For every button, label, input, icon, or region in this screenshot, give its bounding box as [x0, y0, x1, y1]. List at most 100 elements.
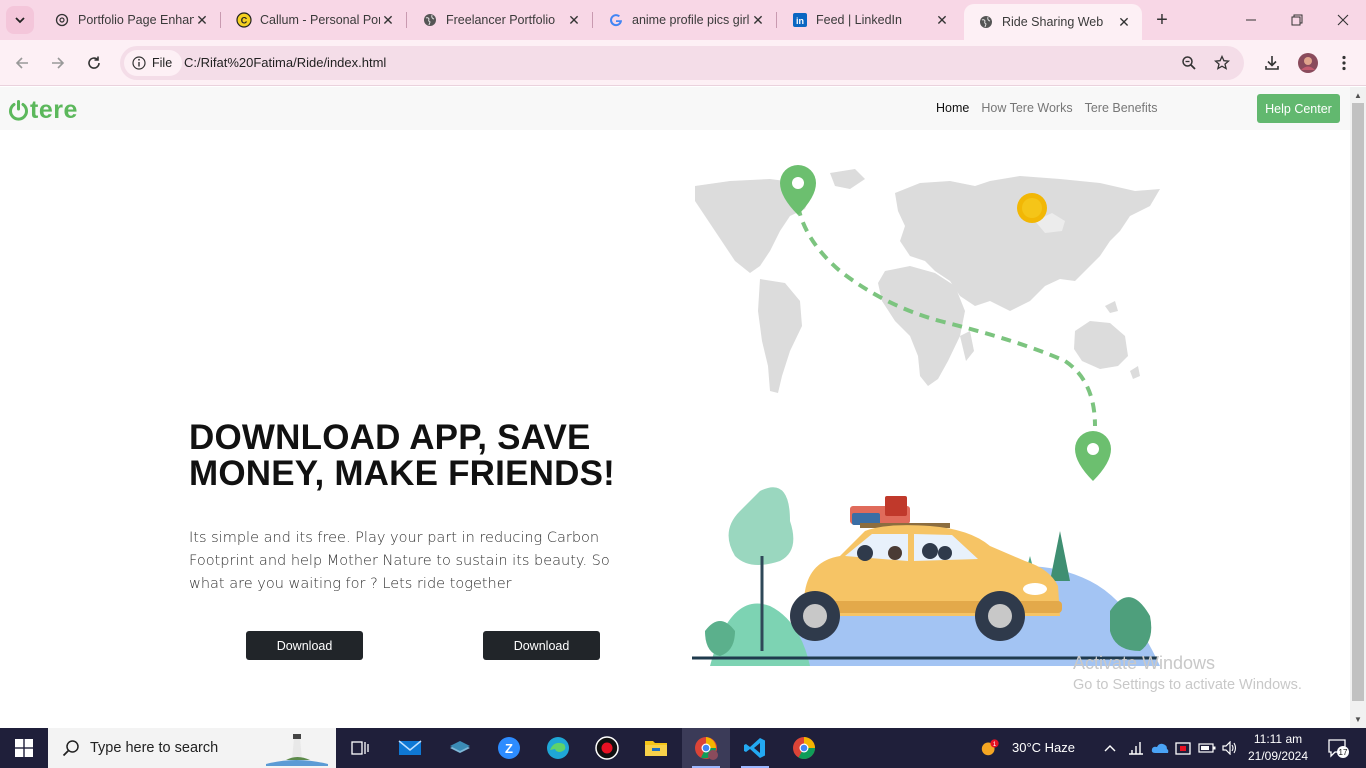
reload-button[interactable]: [80, 49, 108, 77]
svg-text:C: C: [241, 16, 248, 26]
notification-icon[interactable]: 17: [1324, 738, 1352, 758]
folder-icon: [645, 741, 667, 756]
bookmark-star-icon[interactable]: [1211, 52, 1233, 74]
tab-separator: [592, 12, 593, 28]
hero-title: DOWNLOAD APP, SAVE MONEY, MAKE FRIENDS!: [189, 418, 615, 493]
map-pin-icon: [1075, 431, 1111, 481]
tab-title: Freelancer Portfolio: [446, 13, 556, 27]
close-icon[interactable]: ✕: [380, 12, 396, 28]
file-explorer-app[interactable]: [632, 728, 680, 768]
zoom-app[interactable]: Z: [485, 728, 533, 768]
restore-button[interactable]: [1274, 6, 1320, 34]
mail-app[interactable]: [386, 728, 434, 768]
edge-app[interactable]: [534, 728, 582, 768]
tab-anime-profile[interactable]: anime profile pics girl ✕: [594, 4, 776, 36]
forward-button[interactable]: [44, 49, 72, 77]
weather-text[interactable]: 30°C Haze: [1012, 740, 1075, 755]
chrome-profile-icon: [695, 737, 718, 760]
tab-strip: Portfolio Page Enhanc ✕ C Callum - Perso…: [0, 0, 1366, 40]
svg-text:Z: Z: [505, 741, 513, 756]
logo-text: tere: [30, 96, 78, 124]
new-tab-button[interactable]: +: [1150, 8, 1174, 32]
security-icon[interactable]: [1173, 738, 1193, 758]
downloads-button[interactable]: [1258, 49, 1286, 77]
site-info-chip[interactable]: File: [124, 50, 183, 76]
mail-icon: [398, 740, 422, 755]
menu-button[interactable]: [1330, 49, 1358, 77]
address-bar[interactable]: File C:/Rifat%20Fatima/Ride/index.html: [120, 46, 1244, 80]
minimize-icon: [1246, 19, 1256, 21]
close-icon[interactable]: ✕: [750, 12, 766, 28]
notification-count: 17: [1339, 748, 1348, 757]
nav-how-tere-works[interactable]: How Tere Works: [981, 101, 1072, 115]
chevron-up-icon[interactable]: [1100, 738, 1120, 758]
page-scrollbar[interactable]: ▲ ▼: [1350, 87, 1366, 728]
chrome-app-active[interactable]: [682, 728, 730, 768]
task-view-button[interactable]: [336, 728, 384, 768]
linkedin-icon: in: [792, 12, 808, 28]
close-icon[interactable]: ✕: [934, 12, 950, 28]
clock-date: 21/09/2024: [1247, 749, 1309, 763]
weather-icon[interactable]: 1: [980, 738, 1000, 758]
sun-icon: [1017, 193, 1047, 223]
start-button[interactable]: [0, 728, 48, 768]
back-button[interactable]: [8, 49, 36, 77]
site-logo[interactable]: tere: [8, 96, 78, 125]
nav-home[interactable]: Home: [936, 101, 969, 115]
scroll-down-icon[interactable]: ▼: [1353, 714, 1363, 724]
tab-ride-sharing[interactable]: Ride Sharing Web ✕: [964, 4, 1142, 40]
tab-search-button[interactable]: [6, 6, 34, 34]
maps-app[interactable]: [436, 728, 484, 768]
tab-portfolio-page[interactable]: Portfolio Page Enhanc ✕: [40, 4, 220, 36]
help-center-button[interactable]: Help Center: [1257, 94, 1340, 123]
network-icon[interactable]: [1126, 738, 1146, 758]
close-icon[interactable]: ✕: [1116, 14, 1132, 30]
tab-separator: [406, 12, 407, 28]
tab-title: Portfolio Page Enhanc: [78, 13, 194, 27]
openai-icon: [54, 12, 70, 28]
battery-icon[interactable]: [1197, 738, 1217, 758]
tab-freelancer[interactable]: Freelancer Portfolio ✕: [408, 4, 592, 36]
site-navbar: tere Home How Tere Works Tere Benefits H…: [0, 87, 1350, 130]
download-icon: [1265, 56, 1279, 70]
recorder-app[interactable]: [583, 728, 631, 768]
profile-avatar[interactable]: [1294, 49, 1322, 77]
volume-icon[interactable]: [1220, 738, 1240, 758]
scroll-thumb[interactable]: [1352, 103, 1364, 701]
zoom-icon[interactable]: [1178, 52, 1200, 74]
download-button[interactable]: Download: [246, 631, 363, 660]
url-text[interactable]: C:/Rifat%20Fatima/Ride/index.html: [184, 55, 386, 70]
chrome-app[interactable]: [780, 728, 828, 768]
onedrive-icon[interactable]: [1150, 738, 1170, 758]
system-clock[interactable]: 11:11 am 21/09/2024: [1245, 731, 1311, 765]
search-placeholder: Type here to search: [90, 740, 219, 756]
hero-illustration: [692, 165, 1160, 666]
close-icon[interactable]: ✕: [566, 12, 582, 28]
world-map: [695, 169, 1160, 393]
close-window-button[interactable]: [1320, 6, 1366, 34]
scroll-up-icon[interactable]: ▲: [1353, 90, 1363, 100]
tab-separator: [220, 12, 221, 28]
taskbar-search[interactable]: Type here to search: [48, 728, 336, 768]
restore-icon: [1291, 14, 1303, 26]
nav-tere-benefits[interactable]: Tere Benefits: [1085, 101, 1158, 115]
tab-callum[interactable]: C Callum - Personal Por ✕: [222, 4, 406, 36]
download-button[interactable]: Download: [483, 631, 600, 660]
kebab-menu-icon: [1342, 55, 1346, 71]
globe-icon: [978, 14, 994, 30]
svg-text:in: in: [796, 16, 804, 26]
close-icon[interactable]: ✕: [194, 12, 210, 28]
tab-title: Callum - Personal Por: [260, 13, 380, 27]
web-page: tere Home How Tere Works Tere Benefits H…: [0, 87, 1350, 728]
avatar-icon: [1298, 53, 1318, 73]
close-icon: [1337, 14, 1349, 26]
browser-toolbar: File C:/Rifat%20Fatima/Ride/index.html: [0, 40, 1366, 86]
vscode-app[interactable]: [731, 728, 779, 768]
tab-linkedin[interactable]: in Feed | LinkedIn ✕: [778, 4, 960, 36]
record-icon: [595, 736, 619, 760]
tab-title: anime profile pics girl: [632, 13, 750, 27]
minimize-button[interactable]: [1228, 6, 1274, 34]
forward-arrow-icon: [52, 57, 65, 69]
weather-badge: 1: [993, 741, 997, 748]
callum-icon: C: [236, 12, 252, 28]
